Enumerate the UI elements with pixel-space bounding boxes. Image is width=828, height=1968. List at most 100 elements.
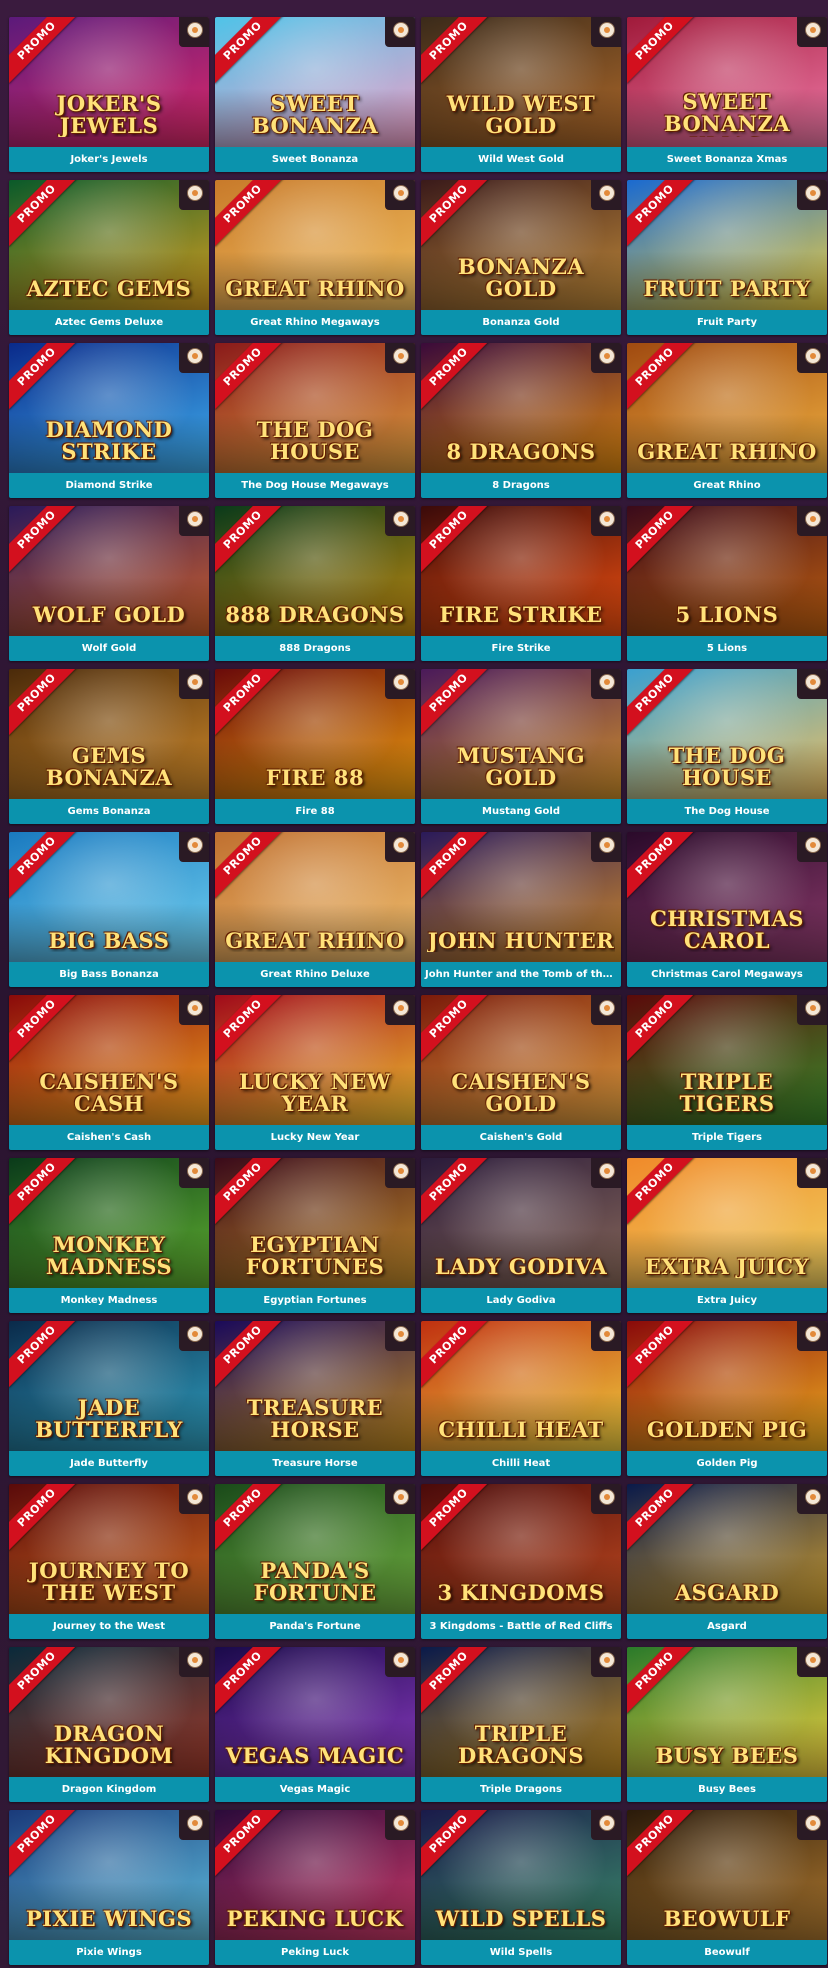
game-title[interactable]: Great Rhino Megaways [215,310,415,335]
game-tile[interactable]: Monkey Madness PROMO Monkey Madness [9,1158,209,1313]
game-tile[interactable]: Busy Bees PROMO Busy Bees [627,1647,827,1802]
provider-badge-icon[interactable] [591,1158,621,1188]
game-thumbnail[interactable]: Panda's Fortune PROMO [215,1484,415,1614]
provider-badge-icon[interactable] [179,1810,209,1840]
game-tile[interactable]: Chilli Heat PROMO Chilli Heat [421,1321,621,1476]
game-title[interactable]: Beowulf [627,1940,827,1965]
game-thumbnail[interactable]: Sweet Bonanza XmasPROMO [627,17,827,147]
game-tile[interactable]: 8 Dragons PROMO 8 Dragons [421,343,621,498]
game-tile[interactable]: Big Bass PROMO Big Bass Bonanza [9,832,209,987]
game-thumbnail[interactable]: Extra Juicy PROMO [627,1158,827,1288]
provider-badge-icon[interactable] [179,506,209,536]
provider-badge-icon[interactable] [797,343,827,373]
provider-badge-icon[interactable] [797,1484,827,1514]
provider-badge-icon[interactable] [591,1810,621,1840]
game-thumbnail[interactable]: Jade Butterfly PROMO [9,1321,209,1451]
game-tile[interactable]: Aztec Gems PROMO Aztec Gems Deluxe [9,180,209,335]
game-title[interactable]: Great Rhino [627,473,827,498]
game-title[interactable]: Jade Butterfly [9,1451,209,1476]
game-thumbnail[interactable]: Great Rhino PROMO [215,180,415,310]
provider-badge-icon[interactable] [591,180,621,210]
game-title[interactable]: Monkey Madness [9,1288,209,1313]
game-title[interactable]: Bonanza Gold [421,310,621,335]
game-title[interactable]: Fire 88 [215,799,415,824]
game-thumbnail[interactable]: Beowulf PROMO [627,1810,827,1940]
provider-badge-icon[interactable] [797,506,827,536]
game-tile[interactable]: Panda's Fortune PROMO Panda's Fortune [215,1484,415,1639]
provider-badge-icon[interactable] [385,180,415,210]
provider-badge-icon[interactable] [591,506,621,536]
provider-badge-icon[interactable] [385,343,415,373]
game-tile[interactable]: Mustang Gold PROMO Mustang Gold [421,669,621,824]
game-tile[interactable]: John Hunter PROMO John Hunter and the Tomb… [421,832,621,987]
game-title[interactable]: The Dog House Megaways [215,473,415,498]
game-tile[interactable]: Pixie Wings PROMO Pixie Wings [9,1810,209,1965]
game-thumbnail[interactable]: John Hunter PROMO [421,832,621,962]
game-title[interactable]: Christmas Carol Megaways [627,962,827,987]
game-thumbnail[interactable]: Lucky New Year PROMO [215,995,415,1125]
provider-badge-icon[interactable] [179,343,209,373]
game-tile[interactable]: Lady Godiva PROMO Lady Godiva [421,1158,621,1313]
game-thumbnail[interactable]: The Dog House PROMO [215,343,415,473]
provider-badge-icon[interactable] [179,995,209,1025]
provider-badge-icon[interactable] [797,995,827,1025]
provider-badge-icon[interactable] [385,1321,415,1351]
game-thumbnail[interactable]: 888 Dragons PROMO [215,506,415,636]
game-title[interactable]: Vegas Magic [215,1777,415,1802]
game-thumbnail[interactable]: Vegas Magic PROMO [215,1647,415,1777]
game-thumbnail[interactable]: Gems Bonanza PROMO [9,669,209,799]
game-tile[interactable]: Wolf Gold PROMO Wolf Gold [9,506,209,661]
provider-badge-icon[interactable] [591,17,621,47]
game-title[interactable]: John Hunter and the Tomb of the Scarab Q… [421,962,621,987]
game-tile[interactable]: Egyptian Fortunes PROMO Egyptian Fortunes [215,1158,415,1313]
game-title[interactable]: Extra Juicy [627,1288,827,1313]
game-title[interactable]: Peking Luck [215,1940,415,1965]
provider-badge-icon[interactable] [797,1321,827,1351]
game-title[interactable]: Pixie Wings [9,1940,209,1965]
provider-badge-icon[interactable] [797,832,827,862]
game-thumbnail[interactable]: Fruit Party PROMO [627,180,827,310]
game-tile[interactable]: Christmas Carol PROMO Christmas Carol Mega… [627,832,827,987]
game-tile[interactable]: Dragon Kingdom PROMO Dragon Kingdom [9,1647,209,1802]
provider-badge-icon[interactable] [591,1484,621,1514]
game-title[interactable]: Sweet Bonanza [215,147,415,172]
provider-badge-icon[interactable] [179,669,209,699]
game-tile[interactable]: Triple Dragons PROMO Triple Dragons [421,1647,621,1802]
provider-badge-icon[interactable] [797,180,827,210]
game-tile[interactable]: Lucky New Year PROMO Lucky New Year [215,995,415,1150]
provider-badge-icon[interactable] [591,995,621,1025]
game-title[interactable]: 8 Dragons [421,473,621,498]
game-title[interactable]: Lady Godiva [421,1288,621,1313]
game-title[interactable]: Sweet Bonanza Xmas [627,147,827,172]
game-thumbnail[interactable]: Diamond Strike PROMO [9,343,209,473]
game-thumbnail[interactable]: 8 Dragons PROMO [421,343,621,473]
provider-badge-icon[interactable] [385,1484,415,1514]
provider-badge-icon[interactable] [591,669,621,699]
game-thumbnail[interactable]: The Dog House PROMO [627,669,827,799]
game-thumbnail[interactable]: 5 Lions PROMO [627,506,827,636]
provider-badge-icon[interactable] [179,832,209,862]
game-thumbnail[interactable]: Caishen's Gold PROMO [421,995,621,1125]
game-tile[interactable]: Great Rhino PROMO Great Rhino [627,343,827,498]
game-tile[interactable]: Jade Butterfly PROMO Jade Butterfly [9,1321,209,1476]
game-tile[interactable]: Bonanza Gold PROMO Bonanza Gold [421,180,621,335]
game-title[interactable]: Big Bass Bonanza [9,962,209,987]
game-title[interactable]: Asgard [627,1614,827,1639]
game-thumbnail[interactable]: Treasure Horse PROMO [215,1321,415,1451]
game-thumbnail[interactable]: Lady Godiva PROMO [421,1158,621,1288]
game-tile[interactable]: Fire 88 PROMO Fire 88 [215,669,415,824]
game-title[interactable]: Joker's Jewels [9,147,209,172]
game-title[interactable]: Wild Spells [421,1940,621,1965]
game-title[interactable]: Diamond Strike [9,473,209,498]
provider-badge-icon[interactable] [179,17,209,47]
game-tile[interactable]: 3 Kingdoms PROMO 3 Kingdoms - Battle of Re… [421,1484,621,1639]
game-tile[interactable]: Asgard PROMO Asgard [627,1484,827,1639]
game-thumbnail[interactable]: Sweet Bonanza PROMO [215,17,415,147]
game-title[interactable]: The Dog House [627,799,827,824]
game-tile[interactable]: Sweet Bonanza PROMO Sweet Bonanza [215,17,415,172]
game-thumbnail[interactable]: 3 Kingdoms PROMO [421,1484,621,1614]
game-tile[interactable]: Diamond Strike PROMO Diamond Strike [9,343,209,498]
game-thumbnail[interactable]: Fire 88 PROMO [215,669,415,799]
game-title[interactable]: Great Rhino Deluxe [215,962,415,987]
game-thumbnail[interactable]: Pixie Wings PROMO [9,1810,209,1940]
